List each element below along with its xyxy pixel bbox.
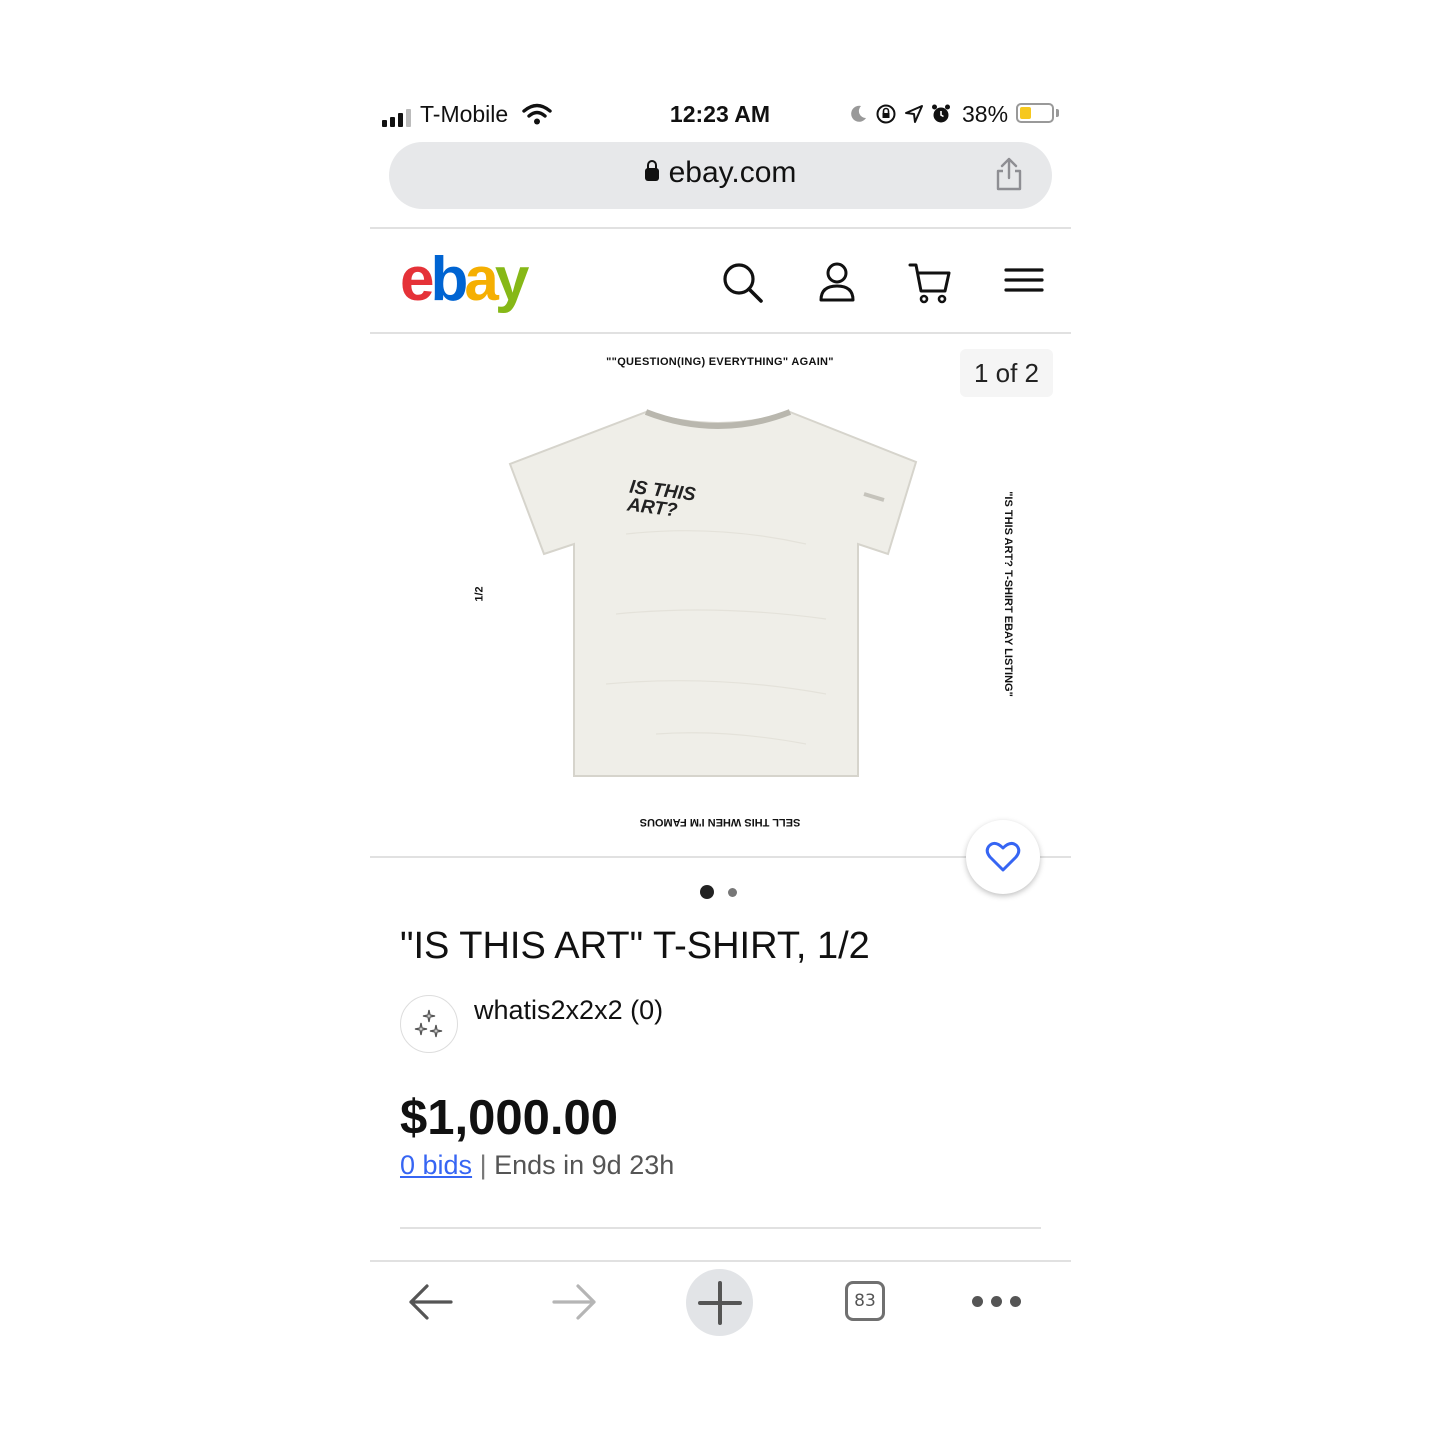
divider [400, 1227, 1041, 1229]
carousel-dots[interactable] [700, 885, 737, 899]
rotation-lock-icon [876, 104, 896, 124]
battery-percent: 38% [962, 101, 1009, 127]
lock-icon [644, 160, 659, 181]
carousel-dot[interactable] [728, 887, 737, 897]
back-arrow-icon [409, 1284, 453, 1320]
forward-arrow-icon [552, 1284, 596, 1320]
watch-button[interactable] [966, 820, 1040, 894]
sparkle-icon [414, 1009, 443, 1038]
location-arrow-icon [905, 105, 923, 123]
separator: | [479, 1150, 487, 1180]
address-bar[interactable]: ebay.com [389, 142, 1052, 209]
image-caption-bottom: SELL THIS WHEN I'M FAMOUS [639, 816, 801, 828]
divider [370, 332, 1071, 334]
listing-title: "IS THIS ART" T-SHIRT, 1/2 [400, 925, 870, 967]
new-tab-button[interactable] [686, 1269, 753, 1336]
battery-nub [1056, 109, 1059, 117]
new-tab-plus-icon [697, 1280, 742, 1325]
search-icon[interactable] [718, 258, 766, 306]
product-image[interactable]: ""QUESTION(ING) EVERYTHING" AGAIN" IS TH… [458, 338, 1014, 856]
divider [370, 227, 1071, 229]
alarm-icon [932, 104, 950, 123]
ebay-logo[interactable]: ebay [400, 240, 530, 320]
image-caption-top: ""QUESTION(ING) EVERYTHING" AGAIN" [606, 356, 834, 368]
image-caption-right: "IS THIS ART? T-SHIRT EBAY LISTING" [1002, 491, 1014, 697]
logo-letter-y: y [494, 245, 530, 314]
toolbar-divider [370, 1260, 1071, 1262]
seller-name[interactable]: whatis2x2x2 (0) [474, 995, 663, 1026]
bid-info: 0 bids | Ends in 9d 23h [400, 1150, 674, 1181]
image-caption-left: 1/2 [473, 586, 486, 602]
heart-icon [985, 841, 1021, 872]
url-display[interactable]: ebay.com [389, 156, 1052, 190]
back-button[interactable] [400, 1272, 460, 1332]
bids-link[interactable]: 0 bids [400, 1150, 472, 1180]
moon-icon [851, 105, 866, 122]
carousel-dot-active[interactable] [700, 885, 714, 899]
t-shirt-image [508, 409, 918, 777]
time-remaining: Ends in 9d 23h [494, 1150, 675, 1180]
more-button[interactable] [972, 1296, 1021, 1307]
battery-level [1020, 107, 1031, 119]
battery-icon [1016, 103, 1054, 123]
logo-letter-a: a [464, 245, 499, 314]
url-text: ebay.com [668, 156, 797, 189]
account-icon[interactable] [813, 258, 861, 306]
logo-letter-e: e [400, 245, 435, 314]
status-icons [848, 103, 951, 125]
image-counter: 1 of 2 [960, 349, 1053, 397]
cart-icon[interactable] [906, 258, 954, 306]
menu-icon[interactable] [1000, 258, 1048, 306]
tabs-button[interactable]: 83 [845, 1281, 885, 1321]
share-icon[interactable] [993, 156, 1025, 192]
forward-button[interactable] [545, 1272, 605, 1332]
price: $1,000.00 [400, 1091, 618, 1145]
logo-letter-b: b [430, 245, 468, 314]
seller-avatar[interactable] [400, 995, 458, 1053]
status-bar: T-Mobile 12:23 AM 38% [370, 95, 1070, 135]
